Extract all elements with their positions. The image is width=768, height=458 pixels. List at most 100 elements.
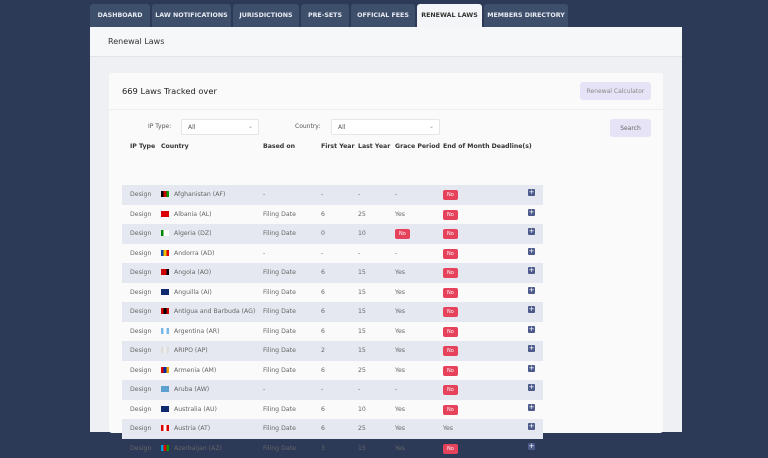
flag-icon	[161, 367, 169, 373]
grace-period: Yes	[395, 445, 405, 452]
ip-type-select[interactable]: All ⌄	[181, 119, 259, 135]
table-row: DesignAfghanistan (AF)----No+	[122, 185, 543, 205]
table-row: Design Antigua and Barbuda (AG) Filing Dat…	[122, 302, 543, 322]
ip-type: Design	[130, 289, 151, 296]
ip-type: Design	[130, 386, 151, 393]
based-on: -	[263, 191, 265, 198]
based-on: Filing Date	[263, 269, 296, 276]
chevron-down-icon: ⌄	[248, 123, 253, 130]
grace-period: Yes	[395, 406, 405, 413]
table-row: DesignArgentina (AR)Filing Date615YesNo+	[122, 322, 543, 342]
column-header: End of Month Deadline(s)	[443, 143, 532, 150]
country: ARIPO (AP)	[174, 347, 208, 354]
expand-plus-icon[interactable]: +	[528, 209, 535, 216]
card-title: 669 Laws Tracked over	[122, 86, 217, 96]
ip-type-value: All	[188, 124, 195, 131]
flag-icon	[161, 347, 169, 353]
end-of-month-deadline: No	[443, 210, 458, 220]
grace-period: Yes	[395, 347, 405, 354]
expand-plus-icon[interactable]: +	[528, 365, 535, 372]
tab-law-notifications[interactable]: LAW NOTIFICATIONS	[152, 4, 231, 27]
country: Algeria (DZ)	[174, 230, 212, 237]
based-on: -	[263, 386, 265, 393]
first-year: 0	[321, 230, 325, 237]
end-of-month-deadline: No	[443, 385, 458, 395]
tab-renewal-laws[interactable]: RENEWAL LAWS	[417, 4, 482, 27]
page-title: Renewal Laws	[90, 27, 682, 57]
expand-plus-icon[interactable]: +	[528, 306, 535, 313]
first-year: 6	[321, 308, 325, 315]
table-row: DesignARIPO (AP)Filing Date215YesNo+	[122, 341, 543, 361]
flag-icon	[161, 269, 169, 275]
last-year: 15	[358, 328, 366, 335]
end-of-month-deadline: No	[443, 327, 458, 337]
ip-type: Design	[130, 269, 151, 276]
flag-icon	[161, 230, 169, 236]
based-on: Filing Date	[263, 406, 296, 413]
country-select[interactable]: All⌄	[331, 119, 440, 135]
grace-period: Yes	[395, 425, 405, 432]
renewal-calculator-button[interactable]: Renewal Calculator	[580, 82, 651, 100]
table-row: DesignAruba (AW)----No+	[122, 380, 543, 400]
based-on: Filing Date	[263, 425, 296, 432]
country: Argentina (AR)	[174, 328, 220, 335]
tab-dashboard[interactable]: DASHBOARD	[90, 4, 150, 27]
country: Albania (AL)	[174, 211, 212, 218]
tab-jurisdictions[interactable]: JURISDICTIONS	[233, 4, 299, 27]
last-year: 15	[358, 347, 366, 354]
expand-plus-icon[interactable]: +	[528, 326, 535, 333]
first-year: 2	[321, 347, 325, 354]
first-year: 6	[321, 406, 325, 413]
flag-icon	[161, 445, 169, 451]
divider	[109, 109, 663, 110]
flag-icon	[161, 250, 169, 256]
based-on: Filing Date	[263, 230, 296, 237]
table-row: DesignArmenia (AM)Filing Date625YesNo+	[122, 361, 543, 381]
ip-type: Design	[130, 308, 151, 315]
table-row: DesignAngola (AO)Filing Date615YesNo+	[122, 263, 543, 283]
table-row: DesignAustralia (AU)Filing Date610YesNo+	[122, 400, 543, 420]
expand-plus-icon[interactable]: +	[528, 189, 535, 196]
last-year: 15	[358, 308, 366, 315]
country: Anguilla (AI)	[174, 289, 212, 296]
flag-icon	[161, 425, 169, 431]
end-of-month-deadline: No	[443, 229, 458, 239]
last-year: -	[358, 386, 360, 393]
table-row: DesignAustria (AT)Filing Date625YesYes+	[122, 419, 543, 439]
ip-type: Design	[130, 328, 151, 335]
first-year: 6	[321, 367, 325, 374]
ip-type: Design	[130, 425, 151, 432]
flag-icon	[161, 289, 169, 295]
country: Antigua and Barbuda (AG)	[174, 308, 255, 315]
flag-icon	[161, 406, 169, 412]
grace-period: -	[395, 386, 397, 393]
expand-plus-icon[interactable]: +	[528, 267, 535, 274]
first-year: -	[321, 191, 323, 198]
based-on: Filing Date	[263, 328, 296, 335]
expand-plus-icon[interactable]: +	[528, 423, 535, 430]
expand-plus-icon[interactable]: +	[528, 287, 535, 294]
tab-members-directory[interactable]: MEMBERS DIRECTORY	[484, 4, 568, 27]
laws-card: 669 Laws Tracked over Renewal Calculator…	[109, 73, 663, 433]
country: Aruba (AW)	[174, 386, 209, 393]
expand-plus-icon[interactable]: +	[528, 443, 535, 450]
tab-official-fees[interactable]: OFFICIAL FEES	[351, 4, 415, 27]
table-row: DesignAzerbaijan (AZ)Filing Date315YesNo…	[122, 439, 543, 458]
tab-pre-sets[interactable]: PRE-SETS	[301, 4, 349, 27]
expand-plus-icon[interactable]: +	[528, 228, 535, 235]
table-row: DesignAlbania (AL)Filing Date625YesNo+	[122, 205, 543, 225]
last-year: 25	[358, 425, 366, 432]
search-button[interactable]: Search	[610, 119, 651, 137]
last-year: 15	[358, 269, 366, 276]
expand-plus-icon[interactable]: +	[528, 248, 535, 255]
last-year: 10	[358, 406, 366, 413]
column-header: Last Year	[358, 143, 390, 150]
expand-plus-icon[interactable]: +	[528, 404, 535, 411]
expand-plus-icon[interactable]: +	[528, 384, 535, 391]
based-on: Filing Date	[263, 308, 296, 315]
expand-plus-icon[interactable]: +	[528, 345, 535, 352]
grace-period: Yes	[395, 308, 405, 315]
grace-period: -	[395, 250, 397, 257]
flag-icon	[161, 211, 169, 217]
end-of-month-deadline: No	[443, 444, 458, 454]
